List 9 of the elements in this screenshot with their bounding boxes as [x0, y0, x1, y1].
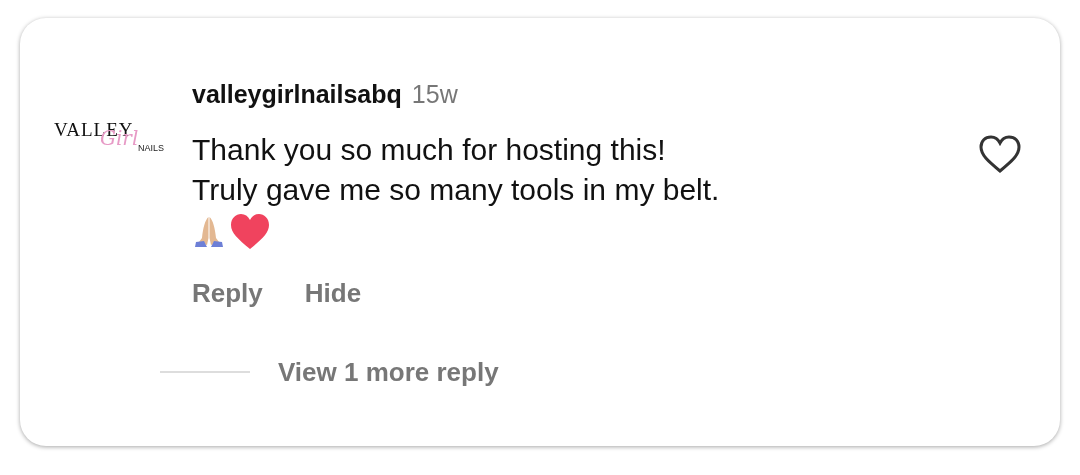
view-replies-link[interactable]: View 1 more reply	[278, 352, 499, 392]
action-link[interactable]: Reply	[192, 273, 263, 313]
timestamp: 15w	[411, 79, 458, 110]
comment-text: Thank you so much for hosting this!	[192, 131, 667, 168]
action-link[interactable]: Hide	[304, 273, 362, 313]
username[interactable]: valleygirlnailsabq	[192, 76, 402, 114]
comment-text: Truly gave me so many tools in my belt.	[192, 171, 721, 208]
like-heart-icon[interactable]	[978, 134, 1022, 174]
heart-icon	[230, 213, 270, 250]
